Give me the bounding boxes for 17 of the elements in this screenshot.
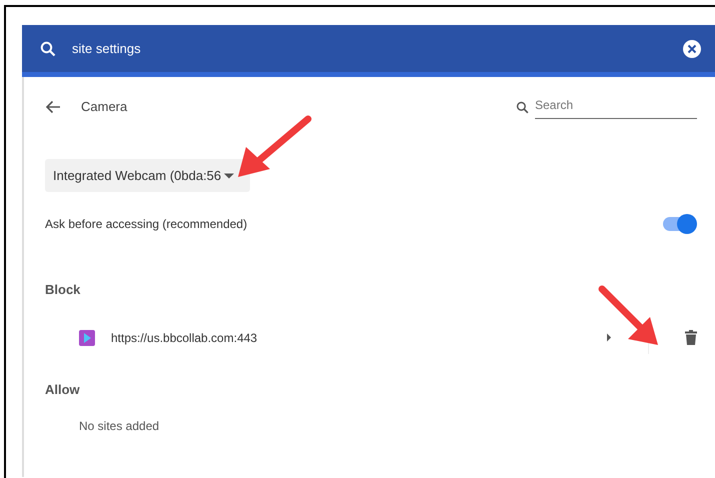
- setting-label: Ask before accessing (recommended): [45, 216, 248, 233]
- expand-arrow-icon[interactable]: [606, 333, 612, 342]
- page-title: Camera: [81, 98, 128, 116]
- device-dropdown[interactable]: Integrated Webcam (0bda:56: [45, 159, 250, 192]
- search-icon: [40, 40, 56, 56]
- empty-message: No sites added: [78, 418, 160, 435]
- search-field[interactable]: Search: [535, 96, 697, 118]
- close-icon[interactable]: [683, 40, 701, 58]
- section-heading: Allow: [45, 380, 81, 398]
- back-arrow-icon[interactable]: [45, 100, 61, 114]
- trash-icon[interactable]: [685, 330, 697, 345]
- search-icon: [516, 100, 529, 114]
- site-url[interactable]: https://us.bbcollab.com:443: [111, 328, 258, 346]
- site-favicon-icon: [79, 330, 95, 346]
- section-heading: Block: [45, 281, 82, 299]
- toggle-switch[interactable]: [663, 217, 695, 231]
- caret-icon: [223, 172, 236, 180]
